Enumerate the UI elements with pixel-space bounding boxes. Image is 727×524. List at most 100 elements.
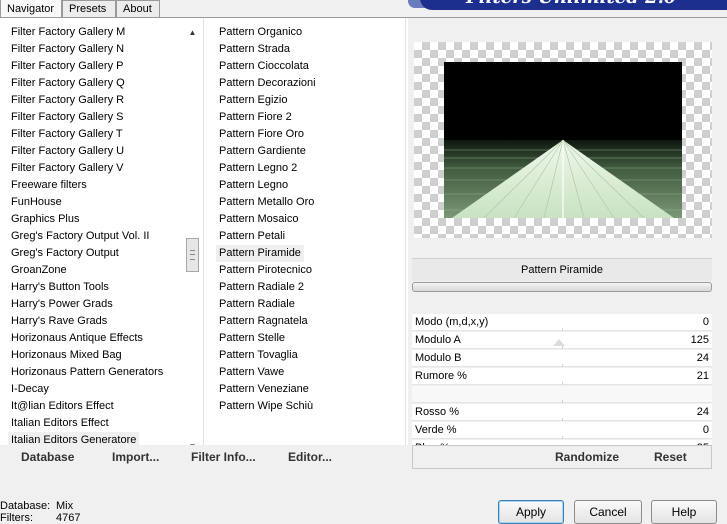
parameter-label: Modo (m,d,x,y) <box>415 316 489 328</box>
category-item[interactable]: Horizonaus Pattern Generators <box>0 364 186 381</box>
parameter-value: 24 <box>696 352 709 364</box>
category-item[interactable]: Filter Factory Gallery T <box>0 126 186 143</box>
editor-link[interactable]: Editor... <box>288 445 332 469</box>
category-item[interactable]: Graphics Plus <box>0 211 186 228</box>
filter-item[interactable]: Pattern Strada <box>208 41 404 58</box>
filter-item[interactable]: Pattern Fiore Oro <box>208 126 404 143</box>
category-label: GroanZone <box>11 264 67 276</box>
database-label: Database: <box>0 500 51 512</box>
parameter-label: Rumore % <box>415 370 467 382</box>
filter-item[interactable]: Pattern Ragnatela <box>208 313 404 330</box>
category-item[interactable]: Filter Factory Gallery M <box>0 24 186 41</box>
help-button[interactable]: Help <box>651 500 717 524</box>
filter-item[interactable]: Pattern Metallo Oro <box>208 194 404 211</box>
filter-label: Pattern Legno <box>219 179 289 191</box>
category-label: Horizonaus Pattern Generators <box>11 366 164 378</box>
category-item[interactable]: I-Decay <box>0 381 186 398</box>
filter-item[interactable]: Pattern Tovaglia <box>208 347 404 364</box>
filters-count: 4767 <box>56 512 81 524</box>
filter-label: Pattern Cioccolata <box>219 60 309 72</box>
category-item[interactable]: Italian Editors Effect <box>0 415 186 432</box>
filter-item[interactable]: Pattern Organico <box>208 24 404 41</box>
parameter-slider[interactable]: Rumore % 21 <box>412 368 712 385</box>
filter-item[interactable]: Pattern Egizio <box>208 92 404 109</box>
filter-item[interactable]: Pattern Legno <box>208 177 404 194</box>
category-item[interactable]: Harry's Button Tools <box>0 279 186 296</box>
filter-actions: Randomize Reset <box>412 445 712 469</box>
category-label: It@lian Editors Effect <box>11 400 114 412</box>
filter-item[interactable]: Pattern Vawe <box>208 364 404 381</box>
filter-item[interactable]: Pattern Radiale 2 <box>208 279 404 296</box>
parameter-value: 125 <box>690 334 709 346</box>
filter-item[interactable]: Pattern Mosaico <box>208 211 404 228</box>
filter-item[interactable]: Pattern Petali <box>208 228 404 245</box>
category-item[interactable]: Filter Factory Gallery P <box>0 58 186 75</box>
cancel-button[interactable]: Cancel <box>574 500 642 524</box>
filter-item[interactable]: Pattern Wipe Schiù <box>208 398 404 415</box>
filter-item[interactable]: Pattern Fiore 2 <box>208 109 404 126</box>
category-item[interactable]: Freeware filters <box>0 177 186 194</box>
filter-item[interactable]: Pattern Cioccolata <box>208 58 404 75</box>
category-label: Filter Factory Gallery S <box>11 111 124 123</box>
tab-about[interactable]: About <box>116 0 160 17</box>
category-item[interactable]: Filter Factory Gallery N <box>0 41 186 58</box>
parameter-slider[interactable]: Modulo B 24 <box>412 350 712 367</box>
slider-tick <box>562 364 563 367</box>
category-label: Filter Factory Gallery N <box>11 43 125 55</box>
filters-label: Filters: <box>0 512 33 524</box>
filter-item[interactable]: Pattern Decorazioni <box>208 75 404 92</box>
filter-label: Pattern Ragnatela <box>219 315 308 327</box>
category-scrollbar[interactable]: ▲ ▼ <box>186 26 199 454</box>
filter-item[interactable]: Pattern Pirotecnico <box>208 262 404 279</box>
preview-canvas <box>414 42 712 238</box>
filter-item[interactable]: Pattern Piramide <box>208 245 404 262</box>
parameter-slider[interactable]: Verde % 0 <box>412 422 712 439</box>
filter-item[interactable]: Pattern Gardiente <box>208 143 404 160</box>
category-item[interactable]: Filter Factory Gallery S <box>0 109 186 126</box>
filter-item[interactable]: Pattern Stelle <box>208 330 404 347</box>
category-label: I-Decay <box>11 383 49 395</box>
category-item[interactable]: Filter Factory Gallery Q <box>0 75 186 92</box>
parameter-slider[interactable]: Rosso % 24 <box>412 404 712 421</box>
category-item[interactable]: Horizonaus Mixed Bag <box>0 347 186 364</box>
import-link[interactable]: Import... <box>112 445 159 469</box>
category-item[interactable]: Horizonaus Antique Effects <box>0 330 186 347</box>
category-list[interactable]: Filter Factory Gallery M Filter Factory G… <box>0 24 186 456</box>
category-item[interactable]: FunHouse <box>0 194 186 211</box>
parameter-slider[interactable]: Modo (m,d,x,y) 0 <box>412 314 712 331</box>
slider-tick <box>562 346 563 349</box>
database-link[interactable]: Database <box>21 445 74 469</box>
category-item[interactable]: Harry's Power Grads <box>0 296 186 313</box>
filter-label: Pattern Metallo Oro <box>219 196 315 208</box>
filter-list[interactable]: Pattern Organico Pattern Strada Pattern Ci… <box>208 24 404 456</box>
category-label: Filter Factory Gallery Q <box>11 77 125 89</box>
category-item[interactable]: Filter Factory Gallery U <box>0 143 186 160</box>
parameter-value: 21 <box>696 370 709 382</box>
category-label: Horizonaus Antique Effects <box>11 332 143 344</box>
category-item[interactable]: It@lian Editors Effect <box>0 398 186 415</box>
category-item[interactable]: Harry's Rave Grads <box>0 313 186 330</box>
parameter-spacer <box>412 386 712 403</box>
filter-item[interactable]: Pattern Legno 2 <box>208 160 404 177</box>
apply-button[interactable]: Apply <box>498 500 564 524</box>
filter-item[interactable]: Pattern Veneziane <box>208 381 404 398</box>
slider-marker[interactable] <box>553 339 565 346</box>
tab-presets[interactable]: Presets <box>62 0 116 17</box>
scroll-thumb[interactable] <box>186 238 199 272</box>
category-item[interactable]: GroanZone <box>0 262 186 279</box>
filter-item[interactable]: Pattern Radiale <box>208 296 404 313</box>
filter-label: Pattern Wipe Schiù <box>219 400 314 412</box>
category-item[interactable]: Greg's Factory Output Vol. II <box>0 228 186 245</box>
category-item[interactable]: Filter Factory Gallery R <box>0 92 186 109</box>
scroll-up-arrow-icon[interactable]: ▲ <box>186 26 199 40</box>
reset-button[interactable]: Reset <box>654 446 687 468</box>
tab-navigator[interactable]: Navigator <box>0 0 62 17</box>
randomize-button[interactable]: Randomize <box>555 446 619 468</box>
parameter-label: Modulo A <box>415 334 461 346</box>
category-item[interactable]: Greg's Factory Output <box>0 245 186 262</box>
filter-label: Pattern Fiore Oro <box>219 128 304 140</box>
category-item[interactable]: Filter Factory Gallery V <box>0 160 186 177</box>
filter-info-link[interactable]: Filter Info... <box>191 445 256 469</box>
category-label: Harry's Power Grads <box>11 298 113 310</box>
filter-name-label: Pattern Piramide <box>412 258 712 281</box>
